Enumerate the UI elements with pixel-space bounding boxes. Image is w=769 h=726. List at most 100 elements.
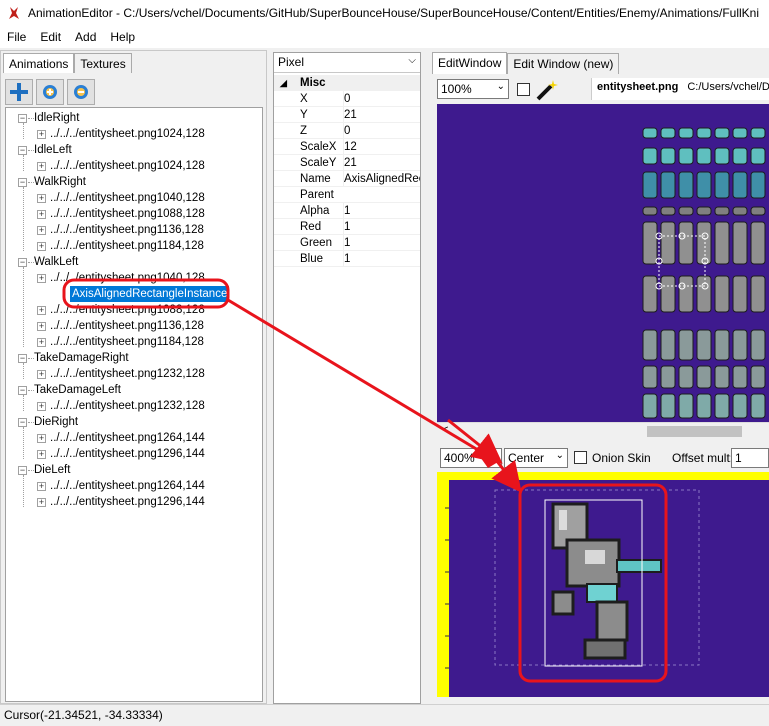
tree-animation-0[interactable]: IdleRight <box>34 110 79 126</box>
property-value[interactable]: 21 <box>343 107 420 123</box>
sprite-frame[interactable] <box>696 206 712 216</box>
tree-frame[interactable]: ../../../entitysheet.png1296,144 <box>50 446 205 462</box>
sprite-frame[interactable] <box>714 329 730 361</box>
tree-frame[interactable]: ../../../entitysheet.png1264,144 <box>50 430 205 446</box>
tree-frame[interactable]: ../../../entitysheet.png1024,128 <box>50 126 205 142</box>
property-value[interactable]: 1 <box>343 203 420 219</box>
sprite-frame[interactable] <box>660 127 676 139</box>
property-row-green[interactable]: Green 1 <box>274 235 420 251</box>
tab-animations[interactable]: Animations <box>3 53 75 73</box>
tree-frame[interactable]: ../../../entitysheet.png1184,128 <box>50 334 204 350</box>
tree-expand-icon[interactable]: + <box>37 338 46 347</box>
tree-collapse-icon[interactable]: − <box>18 386 27 395</box>
menu-edit[interactable]: Edit <box>33 27 68 47</box>
tree-animation-2[interactable]: WalkRight <box>34 174 86 190</box>
sprite-frame[interactable] <box>678 393 694 419</box>
property-row-y[interactable]: Y 21 <box>274 107 420 123</box>
sprite-frame[interactable] <box>750 221 766 265</box>
sprite-frame[interactable] <box>714 221 730 265</box>
property-category[interactable]: ◢ Misc <box>274 75 420 91</box>
horizontal-scrollbar[interactable]: < <box>437 422 769 439</box>
sprite-frame[interactable] <box>750 329 766 361</box>
sprite-frame[interactable] <box>732 365 748 389</box>
tree-expand-icon[interactable]: + <box>37 162 46 171</box>
menu-add[interactable]: Add <box>68 27 103 47</box>
edit-zoom-select[interactable]: 100% ⌄ <box>437 79 509 99</box>
preview-zoom-select[interactable]: 400% ⌄ <box>440 448 502 468</box>
tree-collapse-icon[interactable]: − <box>18 418 27 427</box>
tree-expand-icon[interactable]: + <box>37 274 46 283</box>
sprite-frame[interactable] <box>696 171 712 199</box>
tree-shape-instance[interactable]: AxisAlignedRectangleInstance <box>70 286 230 302</box>
anchor-select[interactable]: Center ⌄ <box>504 448 568 468</box>
tree-expand-icon[interactable]: + <box>37 370 46 379</box>
sprite-frame[interactable] <box>732 127 748 139</box>
property-value[interactable]: 1 <box>343 219 420 235</box>
sprite-frame[interactable] <box>714 206 730 216</box>
tree-animation-6[interactable]: DieRight <box>34 414 78 430</box>
tree-frame[interactable]: ../../../entitysheet.png1136,128 <box>50 318 204 334</box>
tree-animation-4[interactable]: TakeDamageRight <box>34 350 129 366</box>
onion-skin-checkbox[interactable] <box>574 451 587 464</box>
sprite-frame[interactable] <box>678 221 694 265</box>
sprite-frame[interactable] <box>732 275 748 313</box>
property-row-blue[interactable]: Blue 1 <box>274 251 420 267</box>
edit-checkbox[interactable] <box>517 83 530 96</box>
sprite-frame[interactable] <box>696 127 712 139</box>
tree-expand-icon[interactable]: + <box>37 450 46 459</box>
tree-frame[interactable]: ../../../entitysheet.png1232,128 <box>50 366 205 382</box>
tab-textures[interactable]: Textures <box>74 53 132 73</box>
sprite-frame[interactable] <box>732 171 748 199</box>
sprite-frame[interactable] <box>642 147 658 165</box>
tree-frame[interactable]: ../../../entitysheet.png1024,128 <box>50 158 205 174</box>
property-value[interactable]: 0 <box>343 91 420 107</box>
sprite-frame[interactable] <box>642 365 658 389</box>
sprite-frame[interactable] <box>678 171 694 199</box>
sprite-frame[interactable] <box>660 171 676 199</box>
menu-file[interactable]: File <box>0 27 33 47</box>
sprite-frame[interactable] <box>750 365 766 389</box>
sprite-frame[interactable] <box>678 329 694 361</box>
property-row-scaley[interactable]: ScaleY 21 <box>274 155 420 171</box>
sprite-frame[interactable] <box>660 329 676 361</box>
tree-expand-icon[interactable]: + <box>37 322 46 331</box>
sprite-frame[interactable] <box>642 171 658 199</box>
sprite-frame[interactable] <box>642 275 658 313</box>
sprite-frame[interactable] <box>750 275 766 313</box>
sprite-frame[interactable] <box>678 206 694 216</box>
tree-animation-7[interactable]: DieLeft <box>34 462 70 478</box>
tree-frame[interactable]: ../../../entitysheet.png1184,128 <box>50 238 204 254</box>
tree-expand-icon[interactable]: + <box>37 482 46 491</box>
tree-frame[interactable]: ../../../entitysheet.png1296,144 <box>50 494 205 510</box>
sprite-frame[interactable] <box>678 127 694 139</box>
sprite-frame[interactable] <box>660 275 676 313</box>
sprite-frame[interactable] <box>732 206 748 216</box>
tree-animation-3[interactable]: WalkLeft <box>34 254 78 270</box>
tree-collapse-icon[interactable]: − <box>18 178 27 187</box>
sprite-frame[interactable] <box>750 127 766 139</box>
zoom-in-button[interactable] <box>36 79 64 105</box>
property-value[interactable]: 21 <box>343 155 420 171</box>
tree-expand-icon[interactable]: + <box>37 434 46 443</box>
sprite-frame[interactable] <box>696 147 712 165</box>
sprite-frame[interactable] <box>714 393 730 419</box>
tree-animation-5[interactable]: TakeDamageLeft <box>34 382 121 398</box>
tree-collapse-icon[interactable]: − <box>18 114 27 123</box>
sprite-frame[interactable] <box>732 147 748 165</box>
property-row-red[interactable]: Red 1 <box>274 219 420 235</box>
tree-frame[interactable]: ../../../entitysheet.png1232,128 <box>50 398 205 414</box>
scrollbar-thumb[interactable] <box>647 426 742 437</box>
sprite-frame[interactable] <box>750 171 766 199</box>
tree-expand-icon[interactable]: + <box>37 226 46 235</box>
sprite-frame[interactable] <box>678 147 694 165</box>
tree-expand-icon[interactable]: + <box>37 194 46 203</box>
sprite-frame[interactable] <box>642 221 658 265</box>
tree-frame[interactable]: ../../../entitysheet.png1040,128 <box>50 190 205 206</box>
sprite-frame[interactable] <box>750 393 766 419</box>
sprite-frame[interactable] <box>696 275 712 313</box>
tree-expand-icon[interactable]: + <box>37 402 46 411</box>
sprite-frame[interactable] <box>678 365 694 389</box>
tree-frame[interactable]: ../../../entitysheet.png1136,128 <box>50 222 204 238</box>
tree-collapse-icon[interactable]: − <box>18 354 27 363</box>
property-row-z[interactable]: Z0 <box>274 123 420 139</box>
